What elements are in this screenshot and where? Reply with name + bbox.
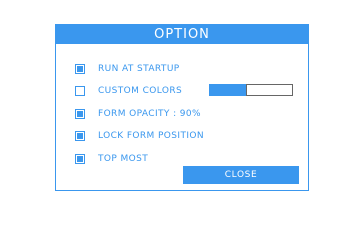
checkbox-checked-mark — [77, 66, 83, 72]
close-button[interactable]: CLOSE — [183, 166, 299, 184]
custom-colors-checkbox[interactable] — [75, 86, 85, 96]
option-form-opacity[interactable]: FORM OPACITY : 90% — [75, 107, 201, 121]
option-custom-colors[interactable]: CUSTOM COLORS — [75, 84, 182, 98]
top-most-label: TOP MOST — [98, 154, 149, 164]
dialog-title: OPTION — [56, 25, 308, 44]
run-at-startup-checkbox[interactable] — [75, 64, 85, 74]
form-opacity-checkbox[interactable] — [75, 109, 85, 119]
form-opacity-label: FORM OPACITY : 90% — [98, 109, 201, 119]
custom-color-secondary-swatch[interactable] — [246, 84, 293, 96]
checkbox-checked-mark — [77, 156, 83, 162]
top-most-checkbox[interactable] — [75, 154, 85, 164]
lock-form-position-checkbox[interactable] — [75, 131, 85, 141]
option-dialog: OPTION RUN AT STARTUP CUSTOM COLORS FORM… — [55, 24, 309, 191]
option-lock-form-position[interactable]: LOCK FORM POSITION — [75, 129, 204, 143]
custom-colors-label: CUSTOM COLORS — [98, 86, 183, 96]
lock-form-position-label: LOCK FORM POSITION — [98, 131, 205, 141]
option-top-most[interactable]: TOP MOST — [75, 152, 148, 166]
checkbox-checked-mark — [77, 133, 83, 139]
option-run-at-startup[interactable]: RUN AT STARTUP — [75, 62, 180, 76]
run-at-startup-label: RUN AT STARTUP — [98, 64, 180, 74]
checkbox-checked-mark — [77, 111, 83, 117]
